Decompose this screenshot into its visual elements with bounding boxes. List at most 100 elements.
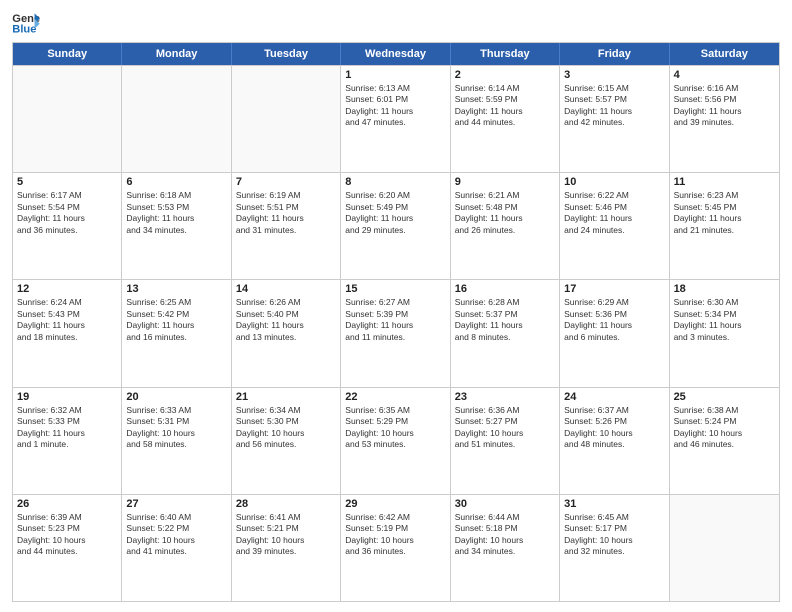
day-info: Sunrise: 6:22 AM Sunset: 5:46 PM Dayligh… <box>564 190 664 236</box>
logo-icon: General Blue <box>12 10 40 34</box>
calendar-cell-12: 12 Sunrise: 6:24 AM Sunset: 5:43 PM Dayli… <box>13 280 122 386</box>
day-info: Sunrise: 6:34 AM Sunset: 5:30 PM Dayligh… <box>236 405 336 451</box>
day-info: Sunrise: 6:40 AM Sunset: 5:22 PM Dayligh… <box>126 512 226 558</box>
calendar-cell-20: 20Sunrise: 6:33 AM Sunset: 5:31 PM Dayli… <box>122 388 231 494</box>
day-info: Sunrise: 6:13 AM Sunset: 6:01 PM Dayligh… <box>345 83 445 129</box>
day-number: 23 <box>455 391 555 403</box>
calendar-row-2: 5 Sunrise: 6:17 AM Sunset: 5:54 PM Daylig… <box>13 172 779 279</box>
calendar-header-monday: Monday <box>122 43 231 65</box>
day-number: 13 <box>126 283 226 295</box>
calendar-cell-empty <box>13 66 122 172</box>
day-info: Sunrise: 6:39 AM Sunset: 5:23 PM Dayligh… <box>17 512 117 558</box>
calendar-cell-15: 15Sunrise: 6:27 AM Sunset: 5:39 PM Dayli… <box>341 280 450 386</box>
day-number: 18 <box>674 283 775 295</box>
day-number: 31 <box>564 498 664 510</box>
day-info: Sunrise: 6:20 AM Sunset: 5:49 PM Dayligh… <box>345 190 445 236</box>
calendar-row-4: 19 Sunrise: 6:32 AM Sunset: 5:33 PM Dayli… <box>13 387 779 494</box>
calendar-body: 1Sunrise: 6:13 AM Sunset: 6:01 PM Daylig… <box>13 65 779 601</box>
day-number: 29 <box>345 498 445 510</box>
day-info: Sunrise: 6:37 AM Sunset: 5:26 PM Dayligh… <box>564 405 664 451</box>
calendar-cell-22: 22 Sunrise: 6:35 AM Sunset: 5:29 PM Dayli… <box>341 388 450 494</box>
calendar-cell-10: 10Sunrise: 6:22 AM Sunset: 5:46 PM Dayli… <box>560 173 669 279</box>
calendar-cell-18: 18 Sunrise: 6:30 AM Sunset: 5:34 PM Dayli… <box>670 280 779 386</box>
calendar-header-friday: Friday <box>560 43 669 65</box>
calendar-row-5: 26Sunrise: 6:39 AM Sunset: 5:23 PM Dayli… <box>13 494 779 601</box>
day-info: Sunrise: 6:26 AM Sunset: 5:40 PM Dayligh… <box>236 297 336 343</box>
day-info: Sunrise: 6:28 AM Sunset: 5:37 PM Dayligh… <box>455 297 555 343</box>
calendar-header-thursday: Thursday <box>451 43 560 65</box>
calendar-cell-empty <box>232 66 341 172</box>
day-number: 9 <box>455 176 555 188</box>
day-number: 22 <box>345 391 445 403</box>
day-info: Sunrise: 6:42 AM Sunset: 5:19 PM Dayligh… <box>345 512 445 558</box>
logo: General Blue <box>12 10 40 34</box>
calendar-cell-14: 14 Sunrise: 6:26 AM Sunset: 5:40 PM Dayli… <box>232 280 341 386</box>
calendar-header-wednesday: Wednesday <box>341 43 450 65</box>
day-info: Sunrise: 6:30 AM Sunset: 5:34 PM Dayligh… <box>674 297 775 343</box>
day-info: Sunrise: 6:44 AM Sunset: 5:18 PM Dayligh… <box>455 512 555 558</box>
day-info: Sunrise: 6:17 AM Sunset: 5:54 PM Dayligh… <box>17 190 117 236</box>
day-info: Sunrise: 6:32 AM Sunset: 5:33 PM Dayligh… <box>17 405 117 451</box>
calendar-cell-1: 1Sunrise: 6:13 AM Sunset: 6:01 PM Daylig… <box>341 66 450 172</box>
day-number: 30 <box>455 498 555 510</box>
day-number: 7 <box>236 176 336 188</box>
day-number: 2 <box>455 69 555 81</box>
day-info: Sunrise: 6:41 AM Sunset: 5:21 PM Dayligh… <box>236 512 336 558</box>
calendar-cell-2: 2 Sunrise: 6:14 AM Sunset: 5:59 PM Daylig… <box>451 66 560 172</box>
day-info: Sunrise: 6:14 AM Sunset: 5:59 PM Dayligh… <box>455 83 555 129</box>
calendar-header-sunday: Sunday <box>13 43 122 65</box>
calendar-row-1: 1Sunrise: 6:13 AM Sunset: 6:01 PM Daylig… <box>13 65 779 172</box>
calendar-header-tuesday: Tuesday <box>232 43 341 65</box>
day-info: Sunrise: 6:25 AM Sunset: 5:42 PM Dayligh… <box>126 297 226 343</box>
calendar-cell-11: 11 Sunrise: 6:23 AM Sunset: 5:45 PM Dayli… <box>670 173 779 279</box>
header: General Blue <box>12 10 780 34</box>
calendar-cell-24: 24 Sunrise: 6:37 AM Sunset: 5:26 PM Dayli… <box>560 388 669 494</box>
day-number: 11 <box>674 176 775 188</box>
calendar-cell-30: 30 Sunrise: 6:44 AM Sunset: 5:18 PM Dayli… <box>451 495 560 601</box>
day-number: 25 <box>674 391 775 403</box>
calendar-cell-9: 9 Sunrise: 6:21 AM Sunset: 5:48 PM Daylig… <box>451 173 560 279</box>
calendar-header: SundayMondayTuesdayWednesdayThursdayFrid… <box>13 43 779 65</box>
day-info: Sunrise: 6:21 AM Sunset: 5:48 PM Dayligh… <box>455 190 555 236</box>
calendar-cell-27: 27 Sunrise: 6:40 AM Sunset: 5:22 PM Dayli… <box>122 495 231 601</box>
day-info: Sunrise: 6:27 AM Sunset: 5:39 PM Dayligh… <box>345 297 445 343</box>
calendar-cell-3: 3 Sunrise: 6:15 AM Sunset: 5:57 PM Daylig… <box>560 66 669 172</box>
calendar-header-saturday: Saturday <box>670 43 779 65</box>
day-number: 8 <box>345 176 445 188</box>
day-number: 12 <box>17 283 117 295</box>
calendar-cell-16: 16 Sunrise: 6:28 AM Sunset: 5:37 PM Dayli… <box>451 280 560 386</box>
svg-text:Blue: Blue <box>12 23 36 34</box>
day-info: Sunrise: 6:15 AM Sunset: 5:57 PM Dayligh… <box>564 83 664 129</box>
day-number: 5 <box>17 176 117 188</box>
calendar-cell-13: 13 Sunrise: 6:25 AM Sunset: 5:42 PM Dayli… <box>122 280 231 386</box>
day-number: 3 <box>564 69 664 81</box>
day-number: 16 <box>455 283 555 295</box>
day-info: Sunrise: 6:45 AM Sunset: 5:17 PM Dayligh… <box>564 512 664 558</box>
day-number: 14 <box>236 283 336 295</box>
day-info: Sunrise: 6:24 AM Sunset: 5:43 PM Dayligh… <box>17 297 117 343</box>
calendar-cell-5: 5 Sunrise: 6:17 AM Sunset: 5:54 PM Daylig… <box>13 173 122 279</box>
day-info: Sunrise: 6:29 AM Sunset: 5:36 PM Dayligh… <box>564 297 664 343</box>
calendar-cell-26: 26Sunrise: 6:39 AM Sunset: 5:23 PM Dayli… <box>13 495 122 601</box>
day-number: 19 <box>17 391 117 403</box>
day-number: 27 <box>126 498 226 510</box>
day-info: Sunrise: 6:35 AM Sunset: 5:29 PM Dayligh… <box>345 405 445 451</box>
day-number: 6 <box>126 176 226 188</box>
calendar-cell-21: 21Sunrise: 6:34 AM Sunset: 5:30 PM Dayli… <box>232 388 341 494</box>
calendar-cell-19: 19 Sunrise: 6:32 AM Sunset: 5:33 PM Dayli… <box>13 388 122 494</box>
calendar-cell-7: 7Sunrise: 6:19 AM Sunset: 5:51 PM Daylig… <box>232 173 341 279</box>
day-number: 28 <box>236 498 336 510</box>
day-info: Sunrise: 6:18 AM Sunset: 5:53 PM Dayligh… <box>126 190 226 236</box>
day-info: Sunrise: 6:38 AM Sunset: 5:24 PM Dayligh… <box>674 405 775 451</box>
day-info: Sunrise: 6:36 AM Sunset: 5:27 PM Dayligh… <box>455 405 555 451</box>
calendar-cell-23: 23 Sunrise: 6:36 AM Sunset: 5:27 PM Dayli… <box>451 388 560 494</box>
calendar-cell-25: 25 Sunrise: 6:38 AM Sunset: 5:24 PM Dayli… <box>670 388 779 494</box>
calendar-cell-17: 17Sunrise: 6:29 AM Sunset: 5:36 PM Dayli… <box>560 280 669 386</box>
day-number: 24 <box>564 391 664 403</box>
day-info: Sunrise: 6:33 AM Sunset: 5:31 PM Dayligh… <box>126 405 226 451</box>
calendar-cell-31: 31 Sunrise: 6:45 AM Sunset: 5:17 PM Dayli… <box>560 495 669 601</box>
calendar-cell-empty <box>122 66 231 172</box>
day-info: Sunrise: 6:23 AM Sunset: 5:45 PM Dayligh… <box>674 190 775 236</box>
calendar-cell-4: 4Sunrise: 6:16 AM Sunset: 5:56 PM Daylig… <box>670 66 779 172</box>
calendar-cell-6: 6 Sunrise: 6:18 AM Sunset: 5:53 PM Daylig… <box>122 173 231 279</box>
